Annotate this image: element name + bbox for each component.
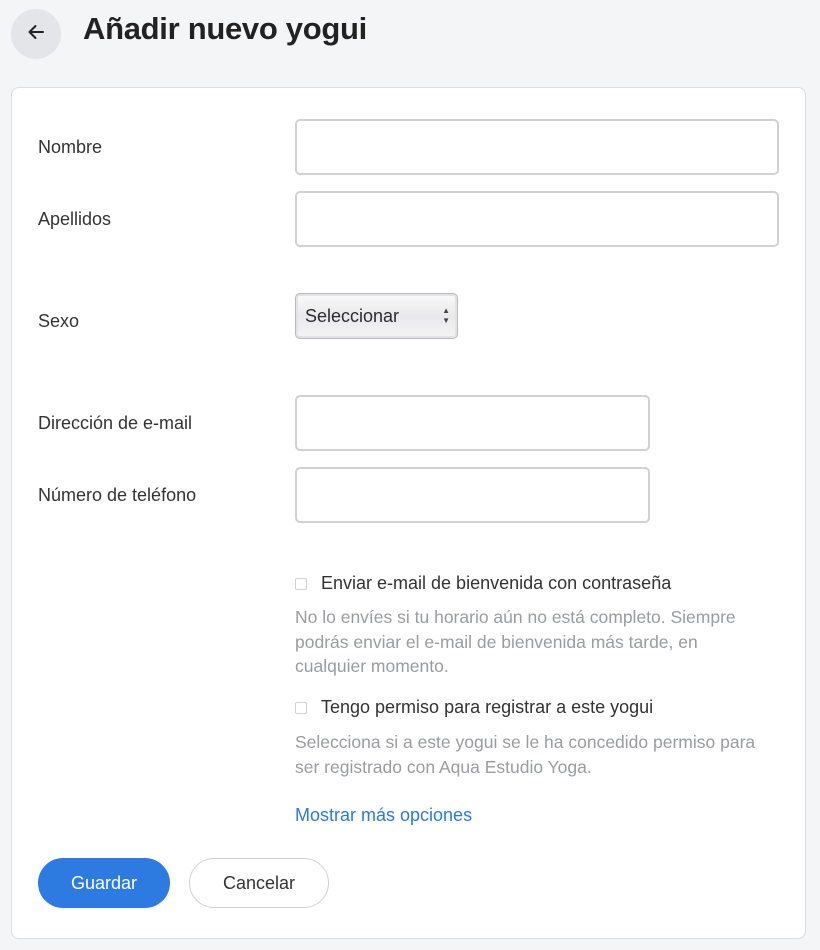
cancel-button[interactable]: Cancelar xyxy=(189,858,329,908)
email-input[interactable] xyxy=(295,395,650,451)
permission-row: Tengo permiso para registrar a este yogu… xyxy=(295,696,653,718)
back-button[interactable] xyxy=(11,9,61,59)
welcome-email-row: Enviar e-mail de bienvenida con contrase… xyxy=(295,572,671,594)
save-button[interactable]: Guardar xyxy=(38,858,170,908)
permission-help: Selecciona si a este yogui se le ha conc… xyxy=(295,732,756,777)
welcome-email-help: No lo envíes si tu horario aún no está c… xyxy=(295,607,736,676)
page-title: Añadir nuevo yogui xyxy=(83,11,367,46)
telefono-input[interactable] xyxy=(295,467,650,523)
page-header: Añadir nuevo yogui xyxy=(0,0,820,70)
apellidos-label: Apellidos xyxy=(38,209,112,229)
telefono-label: Número de teléfono xyxy=(38,485,197,505)
more-options-link[interactable]: Mostrar más opciones xyxy=(295,805,472,826)
sexo-select[interactable]: Seleccionar ▲ ▼ xyxy=(295,293,458,339)
nombre-label: Nombre xyxy=(38,137,103,157)
permission-label: Tengo permiso para registrar a este yogu… xyxy=(321,697,654,717)
apellidos-input[interactable] xyxy=(295,191,779,247)
nombre-input[interactable] xyxy=(295,119,779,175)
select-arrows-icon: ▲ ▼ xyxy=(442,306,450,325)
add-yogi-form: Nombre Apellidos Sexo Seleccionar ▲ ▼ Dir… xyxy=(11,87,806,939)
permission-checkbox[interactable] xyxy=(295,702,307,714)
sexo-selected-value: Seleccionar xyxy=(305,305,400,326)
welcome-email-checkbox[interactable] xyxy=(295,578,307,590)
arrow-left-icon xyxy=(26,22,46,47)
email-label: Dirección de e-mail xyxy=(38,413,193,433)
sexo-label: Sexo xyxy=(38,311,80,331)
welcome-email-label: Enviar e-mail de bienvenida con contrase… xyxy=(321,573,672,593)
